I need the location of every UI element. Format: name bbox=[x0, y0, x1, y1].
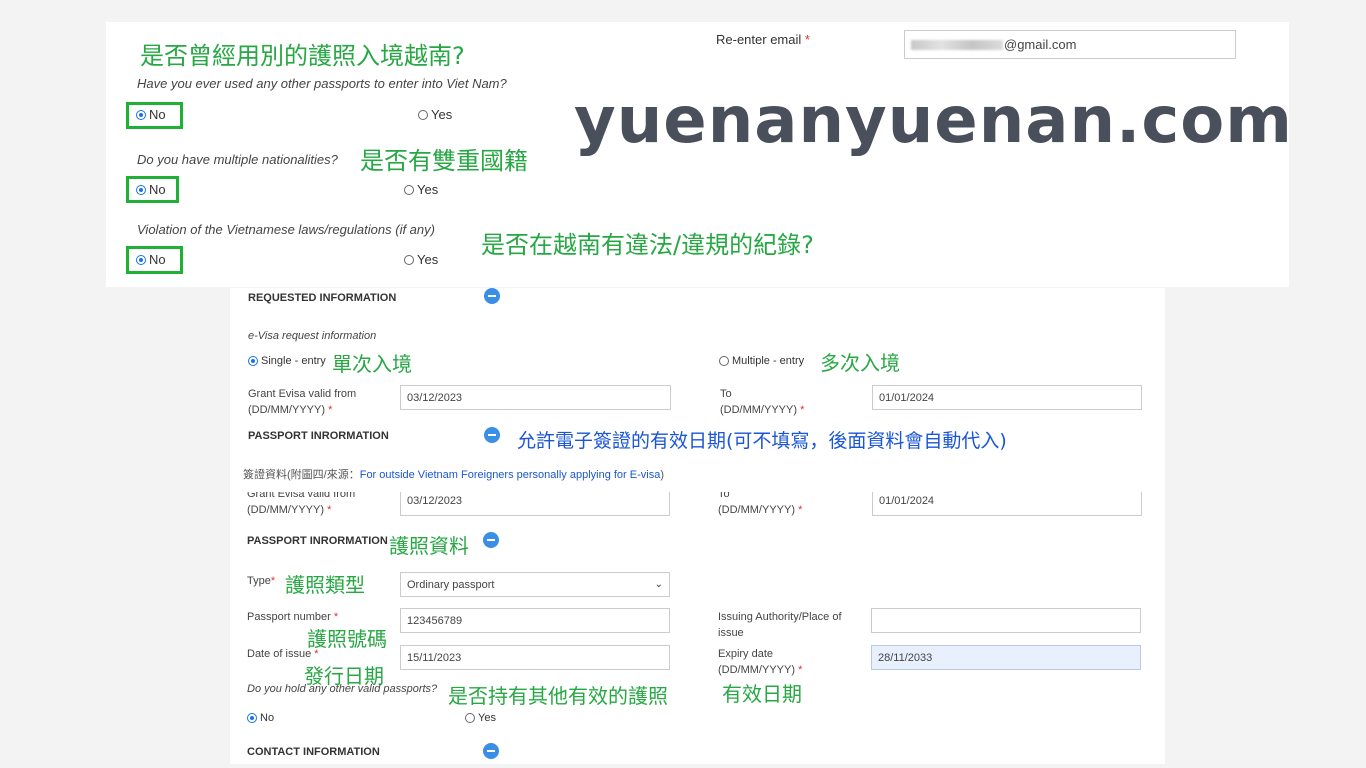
contact-section-title: CONTACT INFORMATION bbox=[247, 746, 380, 758]
other-passports-label: Do you hold any other valid passports? bbox=[247, 683, 438, 695]
source-link[interactable]: For outside Vietnam Foreigners personall… bbox=[360, 469, 661, 481]
single-entry-radio[interactable] bbox=[248, 356, 258, 366]
q3-yes-radio[interactable] bbox=[404, 254, 414, 265]
q3-no-radio[interactable] bbox=[136, 254, 146, 265]
q1-yes-radio[interactable] bbox=[418, 109, 428, 120]
other-passports-yes-radio[interactable] bbox=[465, 713, 475, 723]
passport-number-annotation: 護照號碼 bbox=[307, 627, 387, 651]
single-entry-option[interactable]: Single - entry bbox=[248, 355, 326, 367]
other-passports-no-option[interactable]: No bbox=[247, 712, 274, 724]
q1-no-radio[interactable] bbox=[136, 109, 146, 120]
q3-label: Violation of the Vietnamese laws/regulat… bbox=[137, 222, 435, 237]
valid-to-label: To (DD/MM/YYYY) * bbox=[720, 388, 805, 416]
email-blur bbox=[911, 39, 1003, 50]
type-label: Type* bbox=[247, 575, 276, 587]
q2-label: Do you have multiple nationalities? bbox=[137, 152, 338, 167]
valid-from-label: Grant Evisa valid from (DD/MM/YYYY) * bbox=[248, 388, 357, 416]
type-annotation: 護照類型 bbox=[285, 573, 365, 597]
expiry-date-annotation: 有效日期 bbox=[722, 682, 802, 706]
passport-annotation: 護照資料 bbox=[389, 534, 469, 558]
other-passports-no-radio[interactable] bbox=[247, 713, 257, 723]
reenter-email-input[interactable]: @gmail.com bbox=[904, 30, 1236, 59]
date-of-issue-input[interactable]: 15/11/2023 bbox=[400, 645, 670, 670]
passport-number-input[interactable]: 123456789 bbox=[400, 608, 670, 633]
other-passports-yes-option[interactable]: Yes bbox=[465, 712, 496, 724]
q2-yes-option[interactable]: Yes bbox=[404, 182, 438, 197]
q1-label: Have you ever used any other passports t… bbox=[137, 76, 507, 91]
collapse-passport-icon[interactable] bbox=[483, 532, 499, 548]
other-passports-annotation: 是否持有其他有效的護照 bbox=[448, 684, 668, 708]
source-caption: 簽證資料(附圖四/來源：For outside Vietnam Foreigne… bbox=[243, 469, 664, 481]
multiple-entry-annotation: 多次入境 bbox=[820, 351, 900, 375]
q1-yes-option[interactable]: Yes bbox=[418, 107, 452, 122]
valid-to-input-2[interactable]: 01/01/2024 bbox=[872, 492, 1142, 516]
passport-section-title: PASSPORT INRORMATION bbox=[247, 535, 388, 547]
chevron-down-icon: ⌄ bbox=[654, 579, 663, 590]
single-entry-annotation: 單次入境 bbox=[332, 352, 412, 376]
valid-from-input-2[interactable]: 03/12/2023 bbox=[400, 492, 670, 516]
collapse-passport-icon-partial[interactable] bbox=[484, 427, 500, 443]
q1-annotation: 是否曾經用別的護照入境越南? bbox=[140, 42, 465, 70]
multiple-entry-radio[interactable] bbox=[719, 356, 729, 366]
cropped-date-row: Grant Evisa valid from (DD/MM/YYYY) * 03/… bbox=[230, 492, 1165, 522]
reenter-email-label: Re-enter email * bbox=[716, 32, 810, 47]
expiry-date-label: Expiry date (DD/MM/YYYY) * bbox=[718, 648, 803, 676]
valid-to-input[interactable]: 01/01/2024 bbox=[872, 385, 1142, 410]
passport-type-select[interactable]: Ordinary passport ⌄ bbox=[400, 572, 670, 597]
requested-section-title: REQUESTED INFORMATION bbox=[248, 292, 397, 304]
q3-no-option[interactable]: No bbox=[136, 252, 166, 267]
passport-section-title-partial: PASSPORT INRORMATION bbox=[248, 430, 389, 442]
collapse-contact-icon[interactable] bbox=[483, 743, 499, 759]
issuing-authority-input[interactable] bbox=[871, 608, 1141, 633]
valid-dates-annotation: 允許電子簽證的有效日期(可不填寫，後面資料會自動代入) bbox=[517, 430, 1007, 452]
watermark: yuenanyuenan.com bbox=[574, 84, 1293, 158]
expiry-date-input[interactable]: 28/11/2033 bbox=[871, 645, 1141, 670]
valid-from-label-2: Grant Evisa valid from (DD/MM/YYYY) * bbox=[247, 492, 356, 516]
q3-annotation: 是否在越南有違法/違規的紀錄? bbox=[481, 231, 814, 259]
valid-from-input[interactable]: 03/12/2023 bbox=[400, 385, 671, 410]
q2-no-option[interactable]: No bbox=[136, 182, 166, 197]
valid-to-label-2: To (DD/MM/YYYY) * bbox=[718, 492, 803, 516]
evisa-subtitle: e-Visa request information bbox=[248, 330, 377, 342]
collapse-requested-icon[interactable] bbox=[484, 288, 500, 304]
q2-no-radio[interactable] bbox=[136, 184, 146, 195]
q2-annotation: 是否有雙重國籍 bbox=[360, 147, 528, 175]
q3-yes-option[interactable]: Yes bbox=[404, 252, 438, 267]
issuing-authority-label: Issuing Authority/Place of issue bbox=[718, 611, 842, 639]
q1-no-option[interactable]: No bbox=[136, 107, 166, 122]
q2-yes-radio[interactable] bbox=[404, 184, 414, 195]
multiple-entry-option[interactable]: Multiple - entry bbox=[719, 355, 804, 367]
